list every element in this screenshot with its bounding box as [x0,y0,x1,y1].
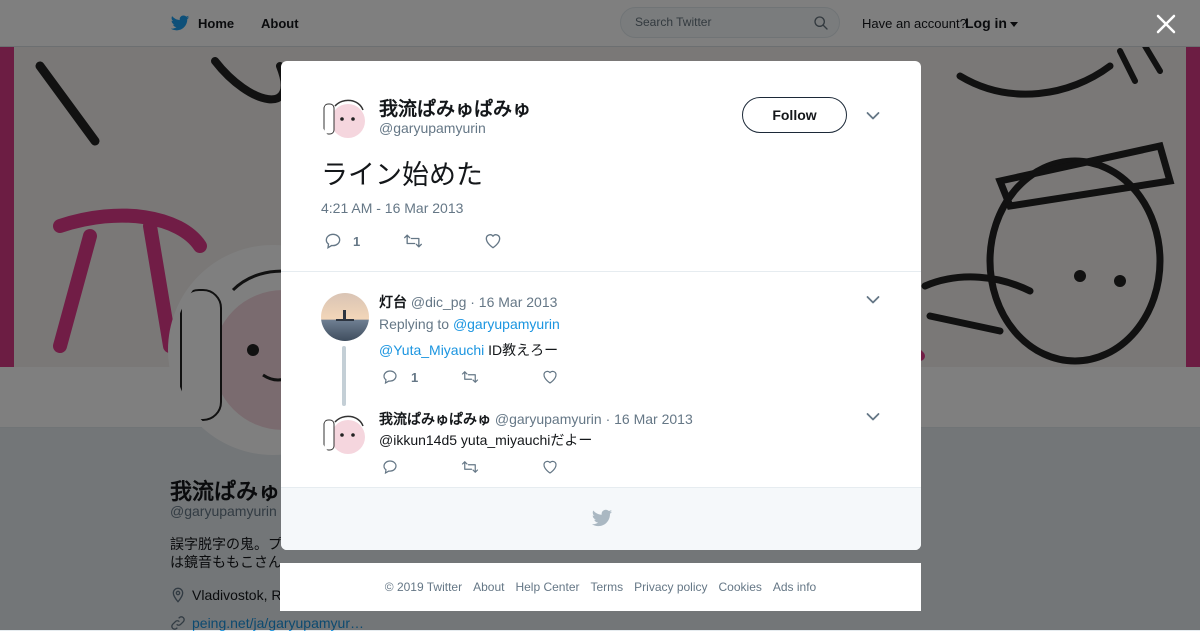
heart-icon [543,370,557,384]
author-handle[interactable]: @garyupamyurin [379,120,486,136]
reply-author-handle[interactable]: @dic_pg [411,294,466,310]
thread-connector [342,346,346,406]
reply-header: 灯台 @dic_pg · 16 Mar 2013 [379,292,557,312]
footer-link-help-center[interactable]: Help Center [515,580,579,594]
tweet-text: ライン始めた [321,160,483,190]
tweet-actions: 1 [323,231,513,251]
copyright: © 2019 Twitter [384,580,463,594]
author-avatar[interactable] [321,94,369,142]
site-footer: © 2019 Twitter About Help Center Terms P… [280,563,921,611]
avatar-illustration [321,94,369,142]
reply-action[interactable] [381,458,461,476]
heart-icon [543,460,557,474]
reply-count: 1 [411,369,419,385]
lighthouse-photo [321,293,369,341]
retweet-icon [404,234,422,248]
reply-text: @Yuta_Miyauchi ID教えろー [379,340,558,360]
retweet-action[interactable] [461,368,541,386]
reply-actions [381,458,559,476]
footer-link-about[interactable]: About [473,580,504,594]
reply-icon [383,460,397,475]
avatar-illustration [321,410,369,458]
like-action[interactable] [541,368,559,386]
footer-link-privacy[interactable]: Privacy policy [634,580,707,594]
author-name[interactable]: 我流ぱみゅぱみゅ [379,94,531,121]
mention-link[interactable]: @Yuta_Miyauchi [379,342,484,358]
reply-date[interactable]: · 16 Mar 2013 [606,411,693,427]
reply-count: 1 [353,233,361,249]
divider [281,271,921,272]
chevron-down-icon[interactable] [866,111,880,121]
reply-action[interactable]: 1 [381,368,461,386]
footer-link-ads-info[interactable]: Ads info [773,580,816,594]
replying-to-prefix: Replying to [379,316,450,332]
close-icon[interactable] [1154,12,1178,36]
heart-icon [485,234,501,249]
chevron-down-icon[interactable] [866,295,880,305]
reply-text-body: ID教えろー [484,342,559,358]
modal-footer [281,487,921,550]
chevron-down-icon[interactable] [866,412,880,422]
reply-author-handle[interactable]: @garyupamyurin [495,411,602,427]
reply-author-name[interactable]: 灯台 [379,294,407,310]
reply-icon [383,370,397,385]
reply-icon [325,233,341,249]
reply-action[interactable]: 1 [323,231,403,251]
replying-to: Replying to @garyupamyurin [379,316,560,332]
reply-actions: 1 [381,368,559,386]
retweet-icon [461,461,479,473]
tweet-timestamp[interactable]: 4:21 AM - 16 Mar 2013 [321,200,463,216]
retweet-icon [461,371,479,383]
twitter-bird-icon [591,509,613,527]
replying-to-link[interactable]: @garyupamyurin [453,316,560,332]
footer-link-cookies[interactable]: Cookies [719,580,762,594]
like-action[interactable] [541,458,559,476]
follow-button[interactable]: Follow [742,97,847,133]
reply-text: @ikkun14d5 yuta_miyauchiだよー [379,432,593,448]
tweet-modal: 我流ぱみゅぱみゅ @garyupamyurin Follow ライン始めた 4:… [281,61,921,550]
like-action[interactable] [483,231,513,251]
reply-avatar[interactable] [321,293,369,341]
footer-link-terms[interactable]: Terms [590,580,623,594]
reply-author-name[interactable]: 我流ぱみゅぱみゅ [379,411,491,427]
reply-header: 我流ぱみゅぱみゅ @garyupamyurin · 16 Mar 2013 [379,409,693,429]
reply-date[interactable]: · 16 Mar 2013 [470,294,557,310]
retweet-action[interactable] [461,458,541,476]
reply-avatar[interactable] [321,410,369,458]
retweet-action[interactable] [403,231,483,251]
